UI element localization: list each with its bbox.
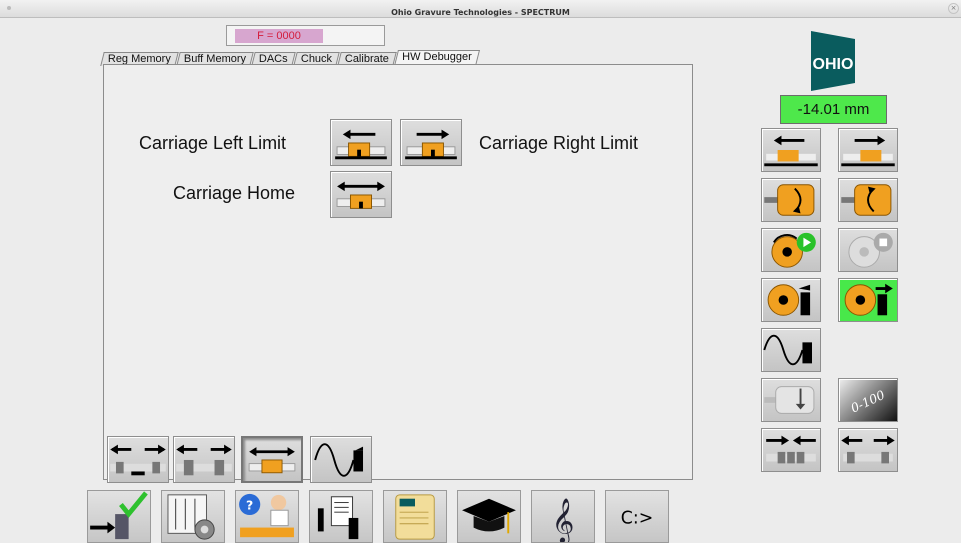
document-hand-icon: [317, 496, 359, 540]
title-bar: Ohio Gravure Technologies - SPECTRUM ×: [0, 0, 961, 18]
terminal-icon: C:>: [621, 509, 653, 529]
certificate-button[interactable]: [383, 490, 447, 543]
cylinder-jog-button[interactable]: [761, 278, 821, 322]
ohio-logo: OHIO: [811, 31, 855, 91]
treble-clef-icon: 𝄞: [552, 498, 575, 542]
documents-button[interactable]: [309, 490, 373, 543]
settings-button[interactable]: [161, 490, 225, 543]
accept-exit-button[interactable]: [87, 490, 151, 543]
move-both-variant-icon: [176, 444, 232, 476]
carriage-left-icon: [335, 129, 387, 160]
svg-text:𝄞: 𝄞: [552, 498, 575, 542]
cylinder-stop-button[interactable]: [838, 228, 898, 272]
help-button[interactable]: ?: [235, 490, 299, 543]
sine-wave-icon: [763, 334, 812, 366]
carriage-left-limit-label: Carriage Left Limit: [139, 133, 287, 153]
rotate-forward-button[interactable]: [761, 178, 821, 222]
cylinder-rotate-reverse-icon: [841, 184, 892, 216]
cylinder-start-button[interactable]: [761, 228, 821, 272]
carriage-left-icon: [764, 135, 818, 167]
cylinder-play-icon: [771, 232, 816, 268]
carriage-right-icon: [405, 129, 457, 160]
sound-button[interactable]: 𝄞: [531, 490, 595, 543]
graduation-cap-icon: [462, 498, 516, 534]
cylinder-jog-active-button[interactable]: [838, 278, 898, 322]
arrows-inward-icon: [766, 435, 816, 464]
cylinder-rotate-forward-icon: [764, 184, 815, 216]
svg-text:C:>: C:>: [621, 509, 653, 529]
carriage-home-icon: [248, 447, 296, 474]
bottom-tool-1-button[interactable]: [107, 436, 169, 483]
bottom-tool-2-button[interactable]: [173, 436, 235, 483]
position-readout: -14.01 mm: [780, 95, 887, 124]
bottom-tool-3-button[interactable]: [241, 436, 303, 483]
right-carriage-left-button[interactable]: [761, 128, 821, 172]
move-both-icon: [110, 444, 166, 476]
command-prompt-button[interactable]: C:>: [605, 490, 669, 543]
move-outward-button[interactable]: [838, 428, 898, 472]
carriage-right-limit-button[interactable]: [400, 119, 462, 166]
cylinder-hand-icon: [767, 284, 811, 316]
rotate-reverse-button[interactable]: [838, 178, 898, 222]
f-value-text: F = 0000: [235, 29, 323, 43]
svg-text:?: ?: [246, 497, 253, 512]
window-menu-icon[interactable]: [7, 6, 11, 10]
scale-0-100-button[interactable]: 0-100: [838, 378, 898, 422]
cylinder-hand-arrow-icon: [844, 283, 893, 316]
carriage-home-button[interactable]: [330, 171, 392, 218]
svg-text:OHIO: OHIO: [813, 56, 854, 73]
carriage-right-limit-label: Carriage Right Limit: [479, 133, 639, 153]
move-inward-button[interactable]: [761, 428, 821, 472]
cylinder-lower-button[interactable]: [761, 378, 821, 422]
waveform-button[interactable]: [761, 328, 821, 372]
arrows-outward-icon: [841, 435, 895, 464]
cylinder-stop-icon: [848, 232, 893, 268]
bottom-tool-4-button[interactable]: [310, 436, 372, 483]
training-button[interactable]: [457, 490, 521, 543]
close-icon[interactable]: ×: [948, 3, 959, 14]
sliders-gear-icon: [167, 494, 215, 540]
sine-wave-icon: [314, 443, 364, 477]
carriage-left-limit-button[interactable]: [330, 119, 392, 166]
cylinder-down-icon: [764, 386, 815, 414]
carriage-right-icon: [841, 135, 895, 167]
f-value-display: F = 0000: [226, 25, 385, 46]
help-person-icon: ?: [239, 493, 294, 538]
gradient-scale-icon: 0-100: [848, 387, 887, 416]
scroll-icon: [395, 494, 435, 540]
right-carriage-right-button[interactable]: [838, 128, 898, 172]
carriage-home-icon: [336, 181, 386, 209]
checkmark-exit-icon: [90, 491, 148, 540]
svg-text:0-100: 0-100: [848, 387, 887, 416]
hw-debugger-panel: Carriage Left Limit Carriage Right Limit…: [103, 64, 693, 483]
carriage-home-label: Carriage Home: [173, 183, 296, 203]
window-title: Ohio Gravure Technologies - SPECTRUM: [391, 8, 570, 17]
